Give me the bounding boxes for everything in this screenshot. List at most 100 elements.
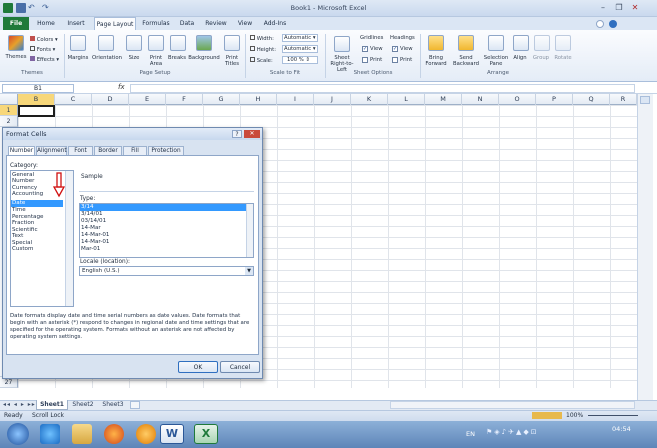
column-header[interactable]: H bbox=[240, 94, 277, 105]
column-header[interactable]: M bbox=[425, 94, 462, 105]
breaks-button[interactable]: Breaks bbox=[166, 55, 188, 61]
column-header[interactable]: D bbox=[92, 94, 129, 105]
gridlines-print-checkbox[interactable] bbox=[362, 57, 368, 63]
type-scrollbar[interactable] bbox=[246, 204, 253, 257]
sheet-tab-3[interactable]: Sheet3 bbox=[98, 400, 128, 410]
internet-explorer-icon[interactable] bbox=[40, 424, 60, 444]
type-item[interactable]: 14-Mar bbox=[81, 225, 241, 232]
clock-time[interactable]: 04:54 bbox=[612, 425, 631, 433]
type-item[interactable]: 3/14/01 bbox=[81, 211, 241, 218]
column-header[interactable]: Q bbox=[573, 94, 610, 105]
tab-home[interactable]: Home bbox=[34, 17, 58, 30]
start-button-icon[interactable] bbox=[7, 423, 29, 445]
media-player-icon[interactable] bbox=[136, 424, 156, 444]
sheet-tab-1[interactable]: Sheet1 bbox=[36, 400, 68, 410]
tab-page-layout[interactable]: Page Layout bbox=[94, 17, 136, 30]
file-explorer-icon[interactable] bbox=[72, 424, 92, 444]
selection-pane-icon[interactable] bbox=[488, 35, 504, 51]
help-icon[interactable] bbox=[609, 20, 617, 28]
column-header[interactable]: F bbox=[166, 94, 203, 105]
zoom-level[interactable]: 100% bbox=[566, 412, 583, 419]
minimize-icon[interactable]: – bbox=[596, 2, 610, 13]
type-item[interactable]: Mar-01 bbox=[81, 246, 241, 253]
selection-pane-button[interactable]: Selection Pane bbox=[482, 55, 510, 67]
column-header[interactable]: L bbox=[388, 94, 425, 105]
tab-view[interactable]: View bbox=[234, 17, 256, 30]
sheet-tab-2[interactable]: Sheet2 bbox=[68, 400, 98, 410]
type-item-selected[interactable]: 3/14 bbox=[81, 204, 241, 211]
size-button[interactable]: Size bbox=[124, 55, 144, 61]
zoom-slider[interactable] bbox=[588, 415, 638, 416]
restore-icon[interactable]: ❐ bbox=[612, 2, 626, 13]
firefox-icon[interactable] bbox=[104, 424, 124, 444]
theme-colors-button[interactable]: Colors ▾ bbox=[30, 36, 58, 43]
column-header[interactable]: P bbox=[536, 94, 573, 105]
group-objects-button[interactable]: Group bbox=[530, 55, 552, 61]
column-header[interactable]: N bbox=[462, 94, 499, 105]
category-item[interactable]: Fraction bbox=[12, 220, 62, 226]
word-icon[interactable]: W bbox=[160, 424, 184, 444]
type-item[interactable]: 14-Mar-01 bbox=[81, 239, 241, 246]
scroll-up-icon[interactable] bbox=[640, 96, 650, 104]
print-titles-icon[interactable] bbox=[224, 35, 240, 51]
close-icon[interactable]: ✕ bbox=[628, 2, 642, 13]
tab-add-ins[interactable]: Add-Ins bbox=[260, 17, 290, 30]
theme-effects-button[interactable]: Effects ▾ bbox=[30, 56, 59, 63]
rotate-button[interactable]: Rotate bbox=[552, 55, 574, 61]
send-backward-button[interactable]: Send Backward bbox=[450, 55, 482, 67]
print-titles-button[interactable]: Print Titles bbox=[220, 55, 244, 67]
dialog-help-icon[interactable]: ? bbox=[232, 130, 242, 138]
scale-stepper[interactable]: 100 % ⇕ bbox=[282, 56, 318, 64]
themes-icon[interactable] bbox=[8, 35, 24, 51]
formula-input[interactable] bbox=[130, 84, 635, 93]
print-area-button[interactable]: Print Area bbox=[144, 55, 168, 67]
rotate-icon[interactable] bbox=[555, 35, 571, 51]
group-objects-icon[interactable] bbox=[534, 35, 550, 51]
category-scrollbar[interactable] bbox=[65, 171, 73, 306]
chevron-down-icon[interactable]: ▼ bbox=[245, 267, 253, 275]
column-header[interactable]: R bbox=[610, 94, 637, 105]
ribbon-minimize-icon[interactable] bbox=[596, 20, 604, 28]
select-all-corner[interactable] bbox=[0, 94, 18, 105]
category-item[interactable]: Custom bbox=[12, 246, 62, 252]
column-header[interactable]: E bbox=[129, 94, 166, 105]
height-select[interactable]: Automatic ▾ bbox=[282, 45, 318, 53]
sheet-rtl-icon[interactable] bbox=[334, 36, 350, 52]
type-item[interactable]: 03/14/01 bbox=[81, 218, 241, 225]
cancel-button[interactable]: Cancel bbox=[220, 361, 260, 373]
insert-sheet-icon[interactable] bbox=[130, 401, 140, 409]
row-header[interactable]: 2 bbox=[0, 116, 18, 127]
column-header[interactable]: B bbox=[18, 94, 55, 105]
column-header[interactable]: K bbox=[351, 94, 388, 105]
headings-print-checkbox[interactable] bbox=[392, 57, 398, 63]
category-item[interactable]: Text bbox=[12, 233, 62, 239]
gridlines-view-checkbox[interactable]: ✓ bbox=[362, 46, 368, 52]
background-button[interactable]: Background bbox=[188, 55, 220, 61]
background-icon[interactable] bbox=[196, 35, 212, 51]
row-header[interactable]: 1 bbox=[0, 105, 18, 116]
align-button[interactable]: Align bbox=[510, 55, 530, 61]
send-backward-icon[interactable] bbox=[458, 35, 474, 51]
insert-function-icon[interactable]: fx bbox=[118, 83, 125, 91]
size-icon[interactable] bbox=[126, 35, 142, 51]
tab-file[interactable]: File bbox=[3, 17, 29, 30]
column-header[interactable]: C bbox=[55, 94, 92, 105]
theme-fonts-button[interactable]: Fonts ▾ bbox=[30, 46, 55, 53]
tab-data[interactable]: Data bbox=[176, 17, 198, 30]
category-item[interactable]: Time bbox=[12, 207, 62, 213]
bring-forward-icon[interactable] bbox=[428, 35, 444, 51]
view-buttons-icon[interactable] bbox=[532, 412, 562, 419]
print-area-icon[interactable] bbox=[148, 35, 164, 51]
align-icon[interactable] bbox=[513, 35, 529, 51]
locale-select[interactable]: English (U.S.) bbox=[79, 266, 254, 276]
dialog-close-icon[interactable]: ✕ bbox=[244, 130, 260, 138]
language-indicator[interactable]: EN bbox=[466, 430, 475, 438]
system-tray-icons[interactable]: ⚑◈♪✈▲◆⊡ bbox=[486, 428, 586, 438]
ok-button[interactable]: OK bbox=[178, 361, 218, 373]
horizontal-scrollbar[interactable] bbox=[390, 401, 635, 409]
column-header[interactable]: I bbox=[277, 94, 314, 105]
column-header[interactable]: O bbox=[499, 94, 536, 105]
headings-view-checkbox[interactable]: ✓ bbox=[392, 46, 398, 52]
tab-formulas[interactable]: Formulas bbox=[140, 17, 172, 30]
column-header[interactable]: G bbox=[203, 94, 240, 105]
